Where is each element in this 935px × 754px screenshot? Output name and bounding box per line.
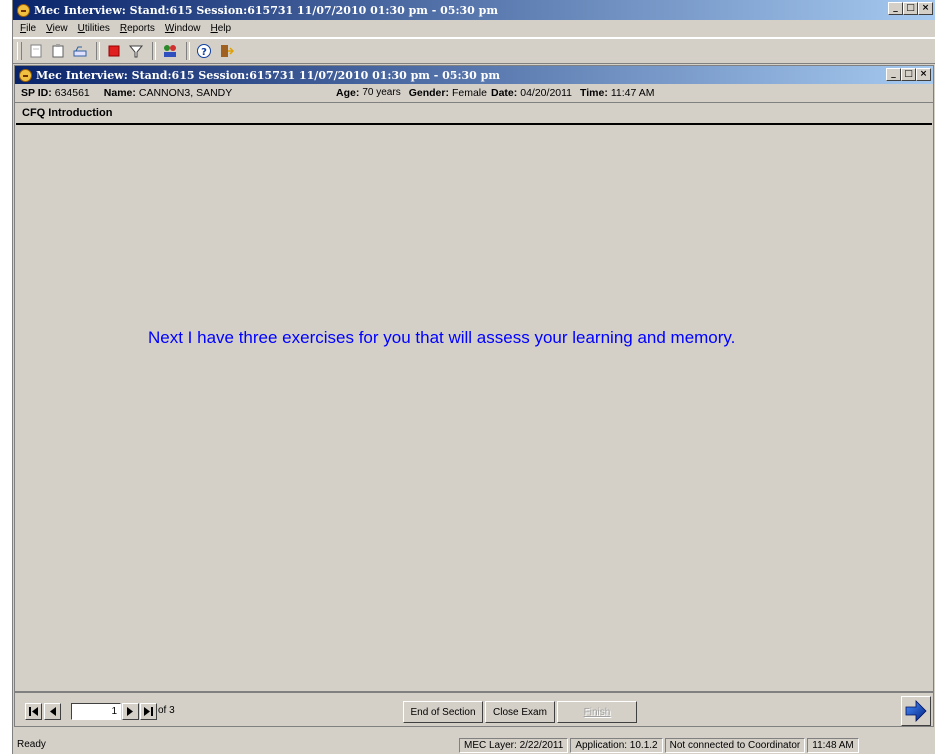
svg-text:?: ? (201, 47, 207, 58)
interview-titlebar[interactable]: Mec Interview: Stand:615 Session:615731 … (15, 66, 933, 84)
new-icon[interactable] (26, 41, 46, 61)
time-value: 11:47 AM (610, 87, 655, 99)
interview-window: Mec Interview: Stand:615 Session:615731 … (14, 65, 934, 727)
first-page-icon (29, 707, 38, 716)
maximize-button[interactable]: □ (903, 2, 918, 15)
maximize-button[interactable]: □ (901, 68, 916, 81)
gender-label: Gender: (408, 87, 449, 99)
toolbar-separator (96, 42, 100, 60)
question-text: Next I have three exercises for you that… (148, 328, 736, 347)
status-mec-layer: MEC Layer: 2/22/2011 (459, 737, 569, 753)
page-number-input[interactable]: 1 (71, 703, 121, 720)
app-titlebar[interactable]: Mec Interview: Stand:615 Session:615731 … (13, 0, 935, 20)
next-question-button[interactable] (901, 696, 931, 726)
page-count-label: of 3 (158, 705, 175, 716)
status-clock: 11:48 AM (807, 737, 859, 753)
sp-id-value: 634561 (54, 87, 90, 99)
last-page-button[interactable] (140, 703, 157, 720)
minimize-button[interactable]: _ (886, 68, 901, 81)
previous-page-button[interactable] (44, 703, 61, 720)
exit-icon[interactable] (216, 41, 236, 61)
finish-button[interactable]: Finish (557, 701, 637, 723)
people-icon[interactable] (160, 41, 180, 61)
close-button[interactable]: × (916, 68, 931, 81)
age-value: 70 years (362, 87, 401, 98)
next-page-button[interactable] (122, 703, 139, 720)
name-label: Name: (103, 87, 136, 99)
navigation-bar: 1 of 3 End of Section Close Exam Finish (15, 691, 933, 727)
open-icon[interactable] (70, 41, 90, 61)
participant-header: SP ID: 634561 Name: CANNON3, SANDY Age: … (15, 84, 933, 103)
app-window: Mec Interview: Stand:615 Session:615731 … (12, 0, 935, 754)
menu-window[interactable]: Window (160, 23, 206, 34)
toolbar: ? (13, 38, 935, 64)
app-window-controls: _ □ × (888, 2, 933, 15)
toolbar-separator (152, 42, 156, 60)
date-value: 04/20/2011 (520, 87, 573, 99)
menu-bar: File View Utilities Reports Window Help (13, 20, 935, 38)
menu-utilities[interactable]: Utilities (73, 23, 115, 34)
age-label: Age: (336, 87, 360, 99)
close-exam-button[interactable]: Close Exam (485, 701, 555, 723)
menu-help[interactable]: Help (206, 23, 237, 34)
last-page-icon (144, 707, 153, 716)
app-title: Mec Interview: Stand:615 Session:615731 … (34, 3, 498, 17)
end-of-section-button[interactable]: End of Section (403, 701, 483, 723)
interview-title: Mec Interview: Stand:615 Session:615731 … (36, 68, 500, 82)
status-ready: Ready (17, 738, 46, 750)
help-icon[interactable]: ? (194, 41, 214, 61)
toolbar-grip[interactable] (17, 42, 22, 60)
next-page-icon (127, 707, 133, 716)
right-arrow-icon (905, 700, 927, 722)
app-face-icon (19, 68, 32, 82)
first-page-button[interactable] (25, 703, 42, 720)
name-value: CANNON3, SANDY (138, 87, 233, 99)
date-label: Date: (490, 87, 518, 99)
menu-file[interactable]: File (15, 23, 41, 34)
clipboard-icon[interactable] (48, 41, 68, 61)
status-application: Application: 10.1.2 (570, 737, 663, 753)
status-bar: Ready MEC Layer: 2/22/2011 Application: … (13, 736, 934, 754)
toolbar-separator (186, 42, 190, 60)
gender-value: Female (451, 87, 487, 99)
section-title: CFQ Introduction (16, 103, 932, 125)
minimize-button[interactable]: _ (888, 2, 903, 15)
app-face-icon (17, 3, 30, 17)
previous-page-icon (50, 707, 56, 716)
sp-id-label: SP ID: (21, 87, 52, 99)
menu-view[interactable]: View (41, 23, 73, 34)
filter-icon[interactable] (126, 41, 146, 61)
interview-window-controls: _ □ × (886, 68, 931, 81)
close-button[interactable]: × (918, 2, 933, 15)
stop-icon[interactable] (104, 41, 124, 61)
menu-reports[interactable]: Reports (115, 23, 160, 34)
status-coordinator: Not connected to Coordinator (664, 737, 806, 753)
time-label: Time: (580, 87, 608, 99)
